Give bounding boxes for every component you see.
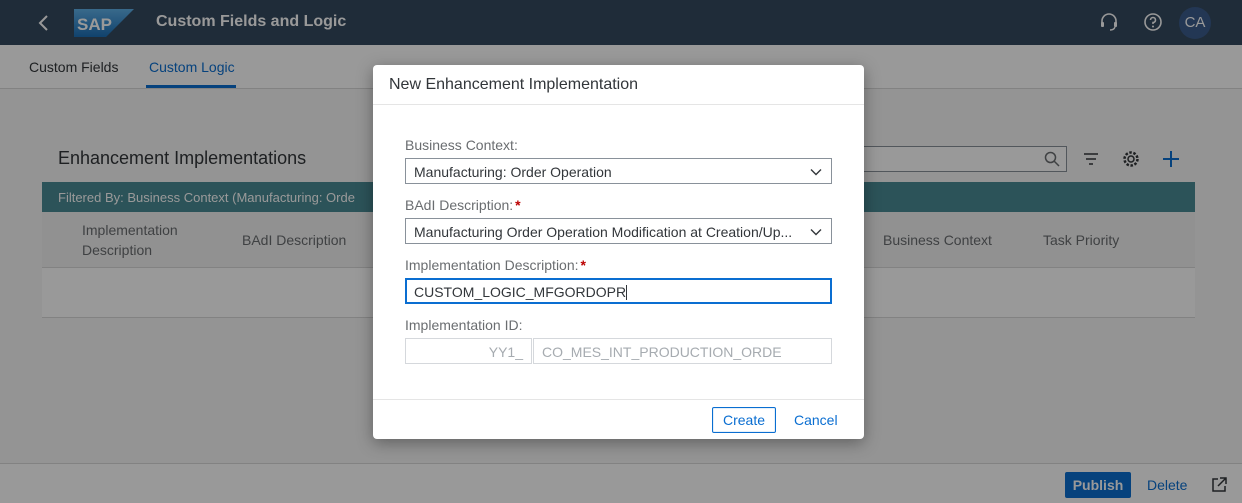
implementation-id-label: Implementation ID:: [405, 317, 523, 333]
implementation-id-prefix: YY1_: [488, 344, 523, 360]
badi-description-value: Manufacturing Order Operation Modificati…: [414, 224, 793, 240]
create-button[interactable]: Create: [712, 407, 776, 433]
dialog-footer: Create Cancel: [373, 399, 864, 439]
dialog-title: New Enhancement Implementation: [389, 76, 639, 93]
chevron-down-icon[interactable]: [809, 225, 823, 239]
implementation-description-input[interactable]: CUSTOM_LOGIC_MFGORDOPR: [405, 278, 832, 304]
chevron-down-icon[interactable]: [809, 165, 823, 179]
implementation-description-label: Implementation Description: *: [405, 257, 586, 273]
text-caret: [626, 285, 628, 300]
business-context-value: Manufacturing: Order Operation: [414, 164, 612, 180]
implementation-description-value: CUSTOM_LOGIC_MFGORDOPR: [414, 284, 628, 300]
implementation-id-prefix-field: YY1_: [405, 338, 532, 364]
badi-description-label: BAdI Description: *: [405, 197, 521, 213]
badi-description-select[interactable]: Manufacturing Order Operation Modificati…: [405, 218, 832, 244]
business-context-select[interactable]: Manufacturing: Order Operation: [405, 158, 832, 184]
implementation-id-value: CO_MES_INT_PRODUCTION_ORDE: [542, 344, 782, 360]
business-context-label: Business Context:: [405, 137, 518, 153]
new-enhancement-dialog: New Enhancement Implementation Business …: [373, 65, 864, 439]
dialog-header: New Enhancement Implementation: [373, 65, 864, 105]
implementation-id-input[interactable]: CO_MES_INT_PRODUCTION_ORDE: [533, 338, 832, 364]
cancel-button[interactable]: Cancel: [794, 412, 838, 428]
required-marker: *: [515, 197, 521, 213]
required-marker: *: [580, 257, 586, 273]
